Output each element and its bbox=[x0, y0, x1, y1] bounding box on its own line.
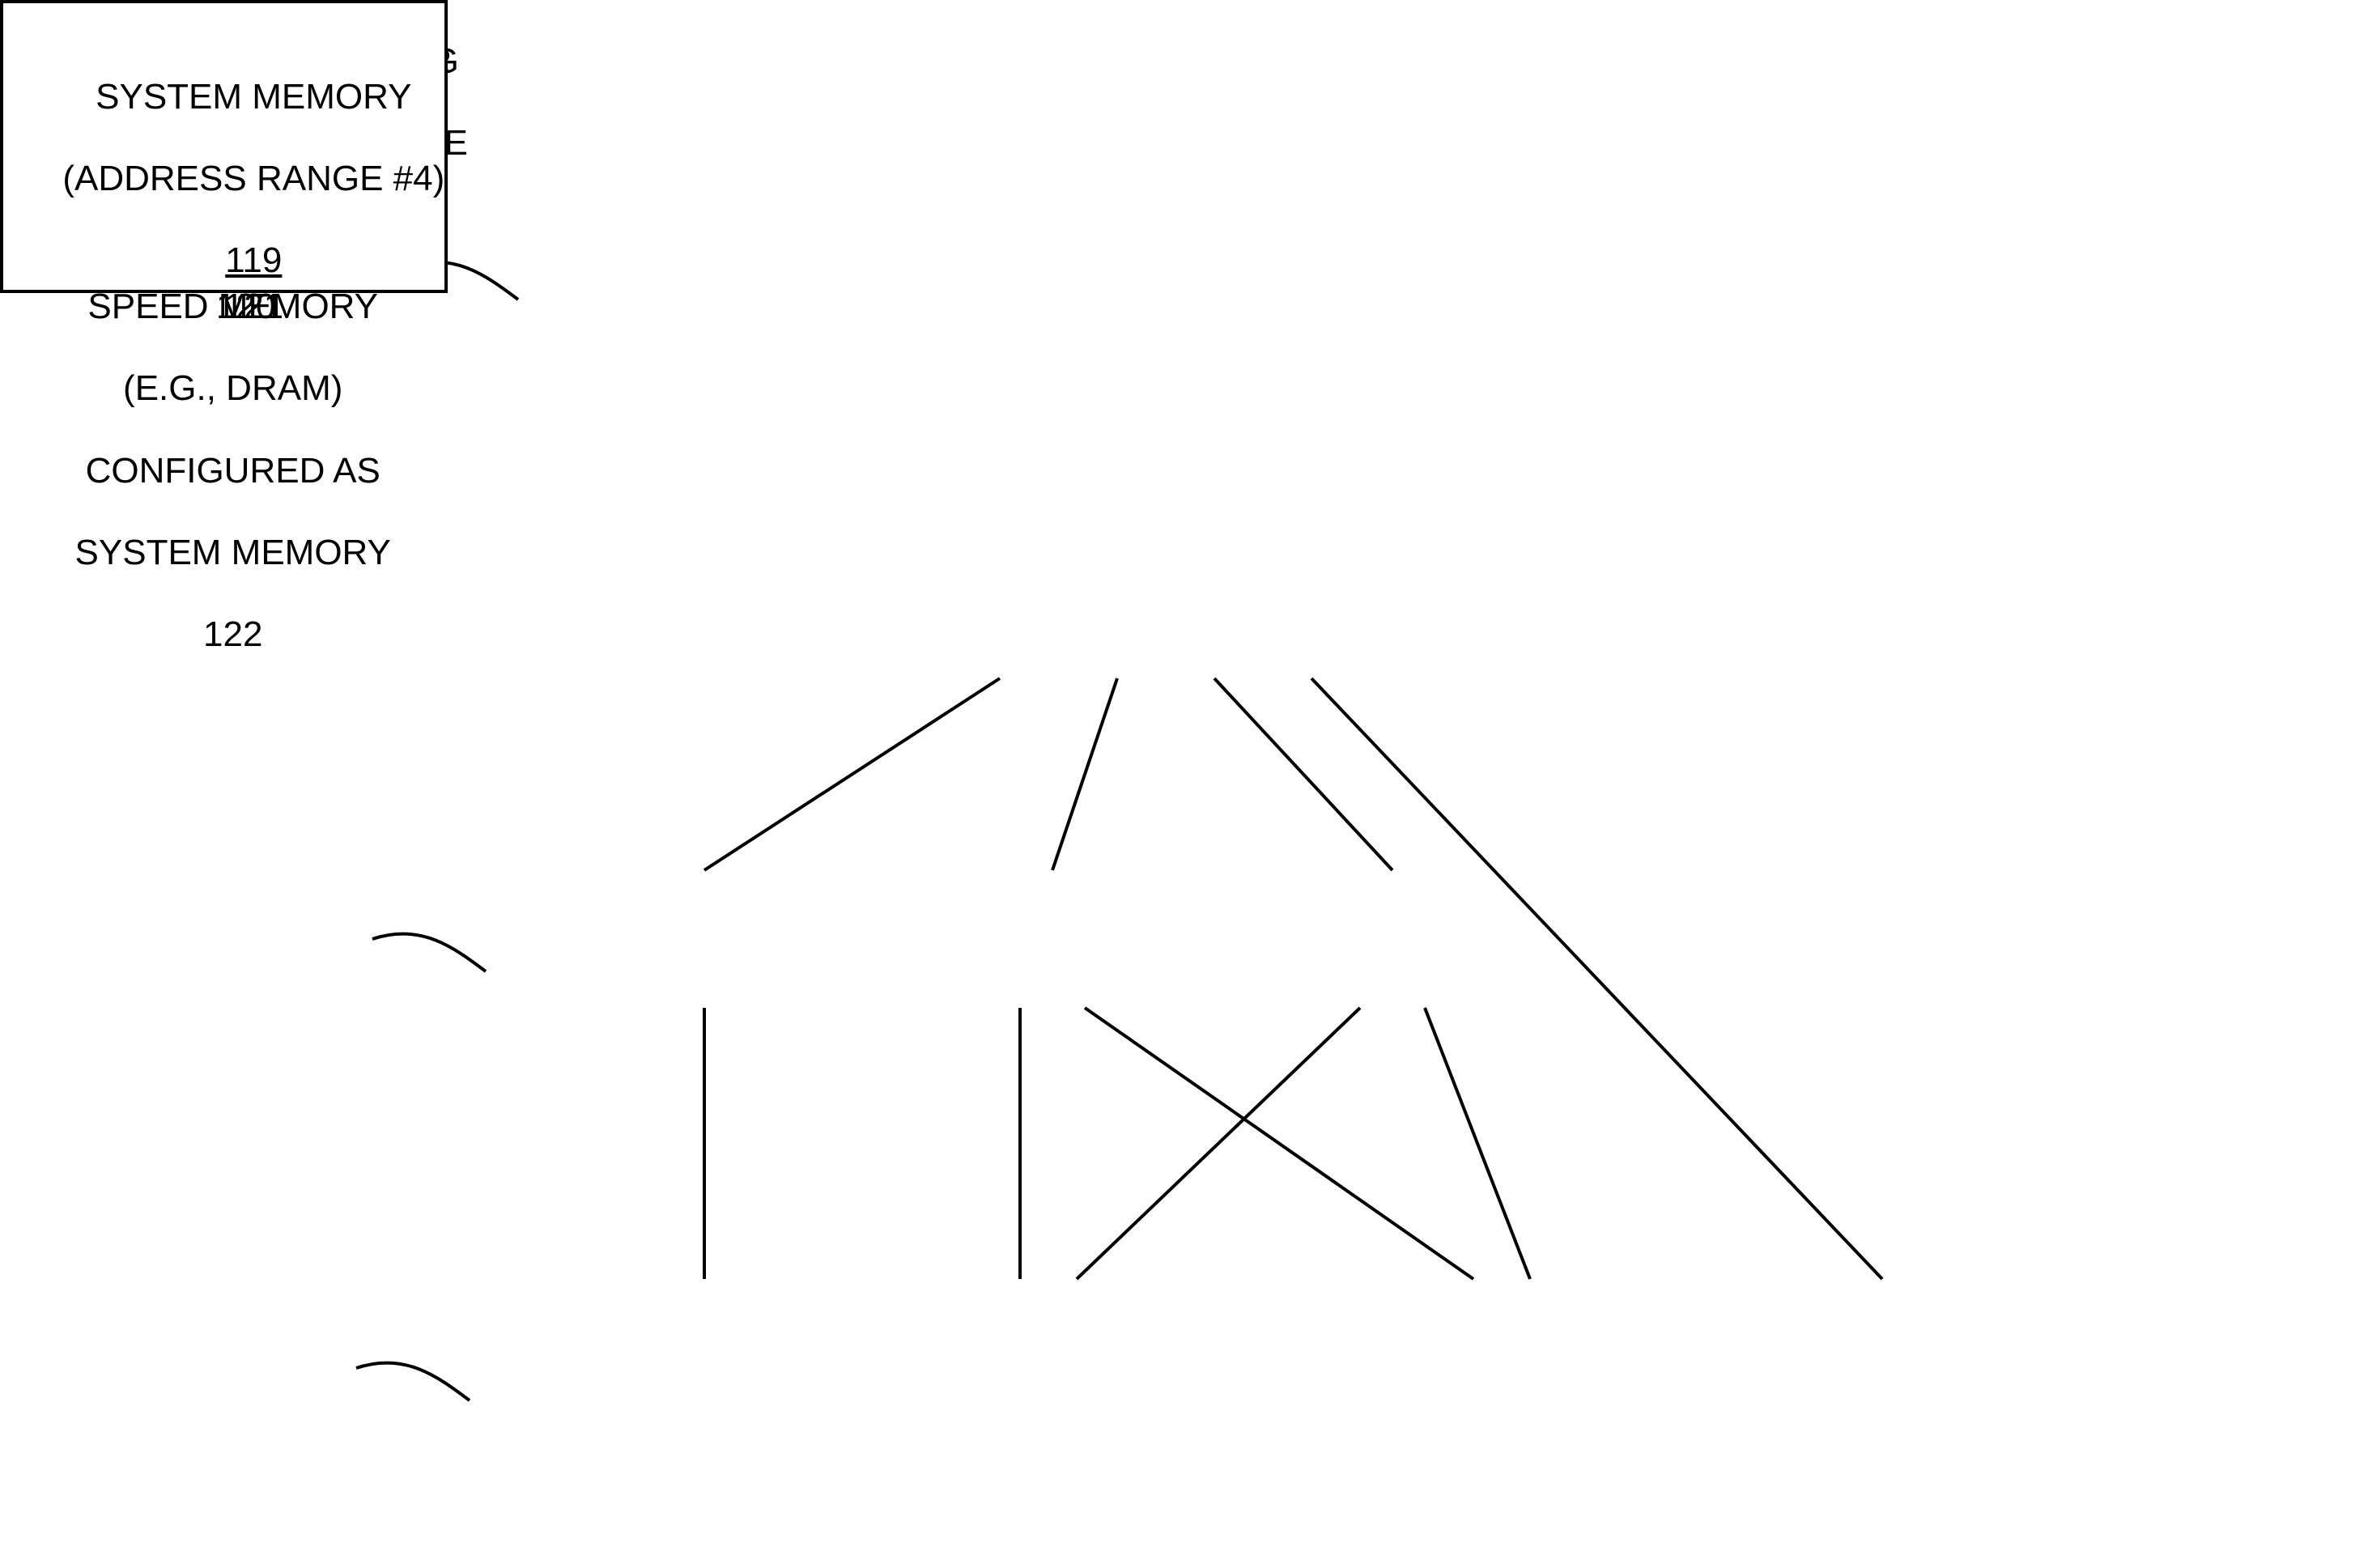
sysmem-119-box: SYSTEM MEMORY (ADDRESS RANGE #4) 119 bbox=[0, 0, 448, 293]
diagram-canvas: INTERNAL PROCESSOR CACHES (E.G., SRAM) 1… bbox=[0, 0, 2372, 1568]
